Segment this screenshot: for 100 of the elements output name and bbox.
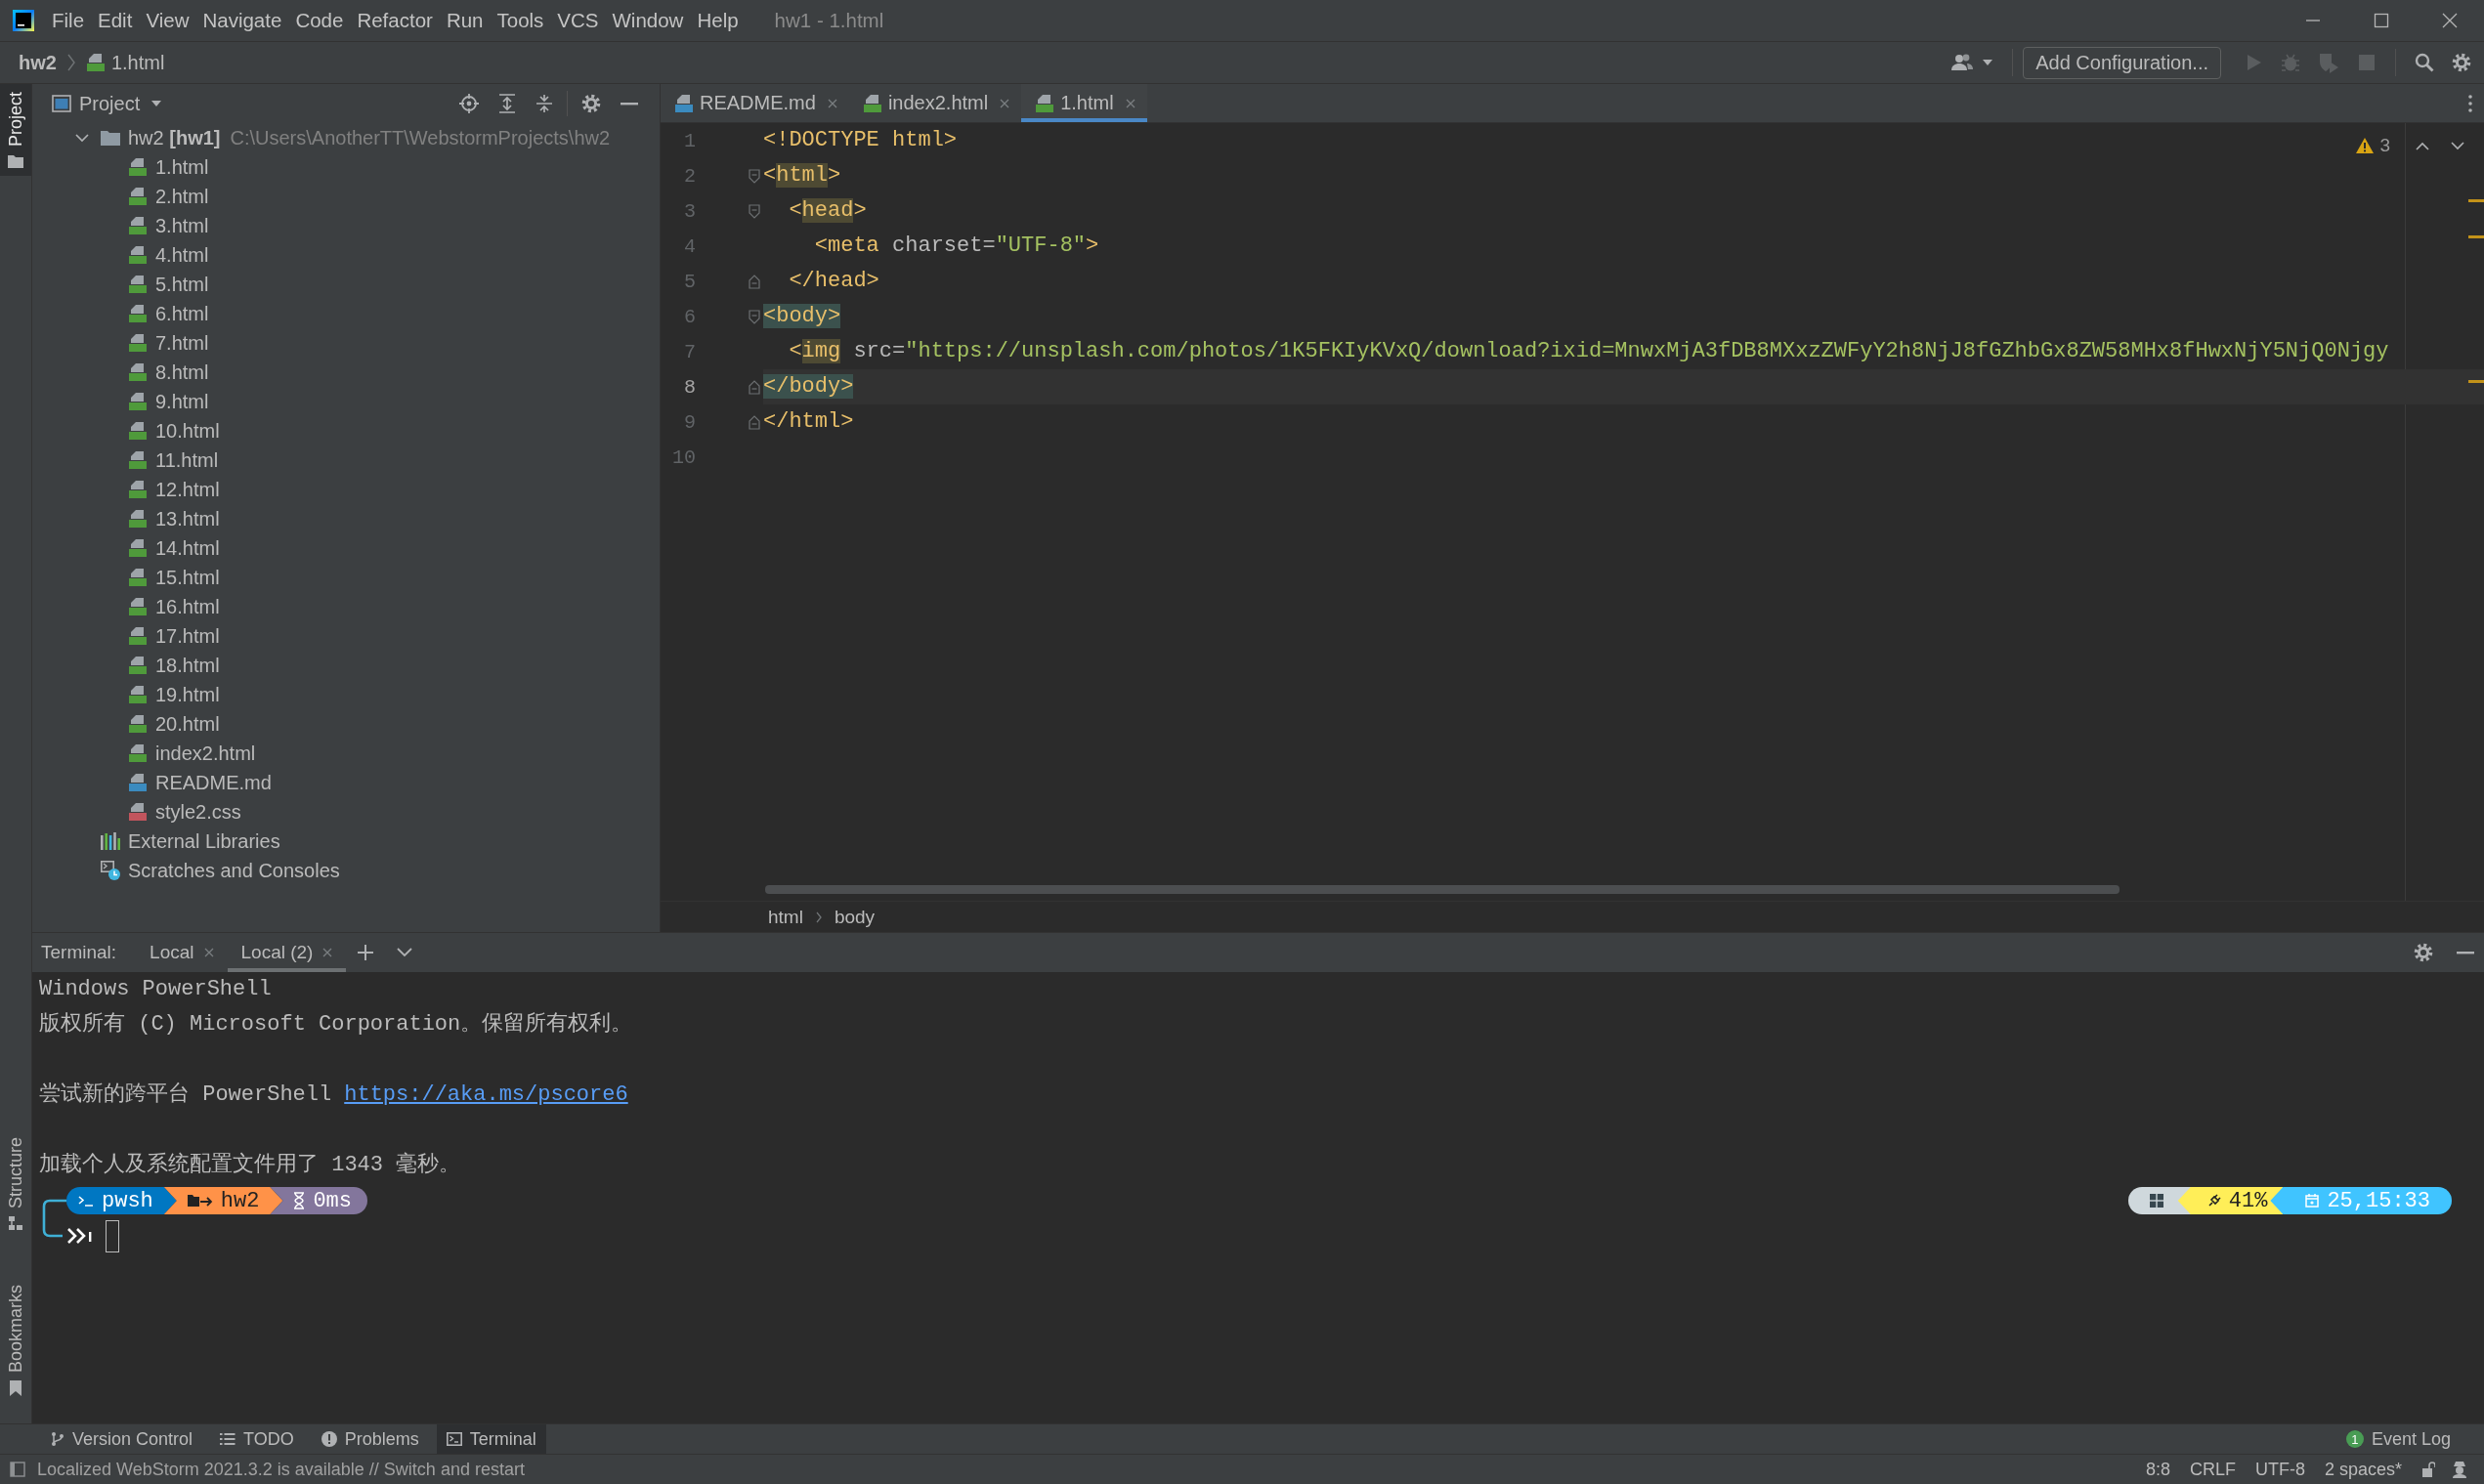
tree-item[interactable]: index2.html	[155, 742, 256, 765]
breadcrumb-item[interactable]: 1.html	[110, 51, 165, 74]
plus-icon[interactable]	[358, 945, 374, 960]
terminal-tab[interactable]: Local	[136, 933, 228, 972]
tree-item[interactable]: External Libraries	[128, 829, 280, 853]
warning-icon[interactable]	[2356, 138, 2375, 153]
person-icon[interactable]	[2451, 1461, 2468, 1478]
more-vertical-icon[interactable]	[2468, 94, 2472, 112]
breadcrumb-item[interactable]: body	[834, 906, 876, 928]
tool-window-button[interactable]: Problems	[311, 1424, 429, 1454]
tree-item[interactable]: 19.html	[155, 683, 220, 706]
tree-item[interactable]: 15.html	[155, 566, 220, 589]
menu-item[interactable]: Run	[439, 9, 491, 32]
crosshair-icon[interactable]	[459, 94, 479, 113]
tree-item[interactable]: 18.html	[155, 654, 220, 677]
menu-item[interactable]: Navigate	[195, 9, 289, 32]
tree-item[interactable]: 13.html	[155, 507, 220, 530]
fold-icon[interactable]	[749, 414, 760, 430]
console-clock-icon	[101, 861, 120, 880]
menu-item[interactable]: Help	[690, 9, 746, 32]
tree-item[interactable]: 2.html	[155, 185, 209, 208]
status-item[interactable]: 8:8	[2145, 1459, 2170, 1480]
menu-item[interactable]: View	[139, 9, 196, 32]
tree-item[interactable]: style2.css	[155, 800, 241, 824]
tree-item[interactable]: 7.html	[155, 331, 209, 355]
tree-item[interactable]: 17.html	[155, 624, 220, 648]
editor-tab[interactable]: index2.html	[848, 84, 1022, 122]
status-item[interactable]: CRLF	[2189, 1459, 2236, 1480]
tool-window-button[interactable]: Terminal	[436, 1424, 546, 1454]
chevron-up-icon[interactable]	[2416, 141, 2429, 150]
close-icon[interactable]	[203, 948, 214, 957]
tool-window-button[interactable]: Version Control	[41, 1424, 203, 1454]
fold-icon[interactable]	[749, 168, 760, 184]
terminal-cursor	[106, 1219, 119, 1252]
caret-down-icon[interactable]	[1983, 60, 1993, 65]
expand-icon[interactable]	[498, 94, 516, 113]
tree-item[interactable]: 16.html	[155, 595, 220, 618]
settings-icon[interactable]	[2452, 53, 2471, 72]
tree-item[interactable]: 5.html	[155, 273, 209, 296]
editor-tab[interactable]: README.md	[661, 84, 849, 122]
fold-icon[interactable]	[749, 379, 760, 395]
tool-window-tab[interactable]: Structure	[0, 1128, 31, 1238]
menu-item[interactable]: VCS	[550, 9, 606, 32]
tree-item[interactable]: 12.html	[155, 478, 220, 501]
breadcrumb-item[interactable]: hw2	[19, 51, 57, 74]
status-message[interactable]: Localized WebStorm 2021.3.2 is available // Switch and restart	[37, 1459, 525, 1480]
chevron-down-icon[interactable]	[397, 948, 413, 957]
minimize-icon[interactable]	[2457, 951, 2474, 954]
tree-item[interactable]: 3.html	[155, 214, 209, 237]
project-view-dropdown[interactable]: Project	[79, 92, 162, 115]
menu-item[interactable]: Refactor	[350, 9, 440, 32]
menu-item[interactable]: Edit	[91, 9, 140, 32]
users-icon[interactable]	[1950, 53, 1975, 72]
padlock-icon[interactable]	[2421, 1462, 2435, 1477]
tool-window-tab[interactable]: Bookmarks	[0, 1276, 31, 1404]
chevron-down-icon[interactable]	[75, 131, 89, 145]
event-log-button[interactable]: 1 Event Log	[2335, 1424, 2461, 1454]
breadcrumb-item[interactable]: html	[768, 906, 803, 928]
tree-item[interactable]: README.md	[155, 771, 272, 794]
menu-item[interactable]: Code	[288, 9, 351, 32]
tree-item[interactable]: 10.html	[155, 419, 220, 443]
minimize-icon[interactable]	[621, 102, 638, 106]
maximize-icon[interactable]	[2374, 13, 2389, 28]
status-item[interactable]: UTF-8	[2254, 1459, 2305, 1480]
line-number: 10	[671, 445, 696, 469]
editor-tab[interactable]: 1.html	[1021, 84, 1147, 122]
search-icon[interactable]	[2415, 53, 2434, 72]
tool-window-button[interactable]: TODO	[210, 1424, 304, 1454]
terminal-link[interactable]: https://aka.ms/pscore6	[344, 1078, 628, 1113]
tree-item[interactable]: 8.html	[155, 360, 209, 384]
menu-item[interactable]: Window	[605, 9, 691, 32]
warning-count[interactable]: 3	[2379, 135, 2390, 156]
close-icon[interactable]	[827, 98, 837, 108]
tree-item[interactable]: 6.html	[155, 302, 209, 325]
chevron-down-icon[interactable]	[2451, 141, 2464, 150]
status-item[interactable]: 2 spaces*	[2324, 1459, 2402, 1480]
tree-item[interactable]: 4.html	[155, 243, 209, 267]
close-icon[interactable]	[2442, 13, 2458, 28]
collapse-icon[interactable]	[535, 94, 553, 113]
fold-icon[interactable]	[749, 274, 760, 289]
tree-item[interactable]: 1.html	[155, 155, 209, 179]
tree-item[interactable]: 20.html	[155, 712, 220, 736]
window-icon[interactable]	[10, 1462, 25, 1477]
close-icon[interactable]	[1000, 98, 1010, 108]
tree-item[interactable]: 11.html	[155, 448, 219, 472]
tree-item[interactable]: 9.html	[155, 390, 209, 413]
tree-item[interactable]: 14.html	[155, 536, 220, 560]
tree-item[interactable]: hw2 [hw1]	[128, 126, 221, 149]
settings-icon[interactable]	[581, 94, 601, 113]
tree-item[interactable]: Scratches and Consoles	[128, 859, 340, 882]
close-icon[interactable]	[322, 948, 333, 957]
tool-window-tab[interactable]: Project	[0, 84, 31, 177]
scrollbar-thumb[interactable]	[765, 885, 2120, 894]
fold-icon[interactable]	[749, 203, 760, 219]
menu-item[interactable]: File	[45, 9, 92, 32]
menu-item[interactable]: Tools	[490, 9, 551, 32]
close-icon[interactable]	[1125, 98, 1135, 108]
add-configuration-button[interactable]: Add Configuration...	[2023, 46, 2221, 79]
fold-icon[interactable]	[749, 309, 760, 324]
settings-icon[interactable]	[2414, 943, 2433, 962]
